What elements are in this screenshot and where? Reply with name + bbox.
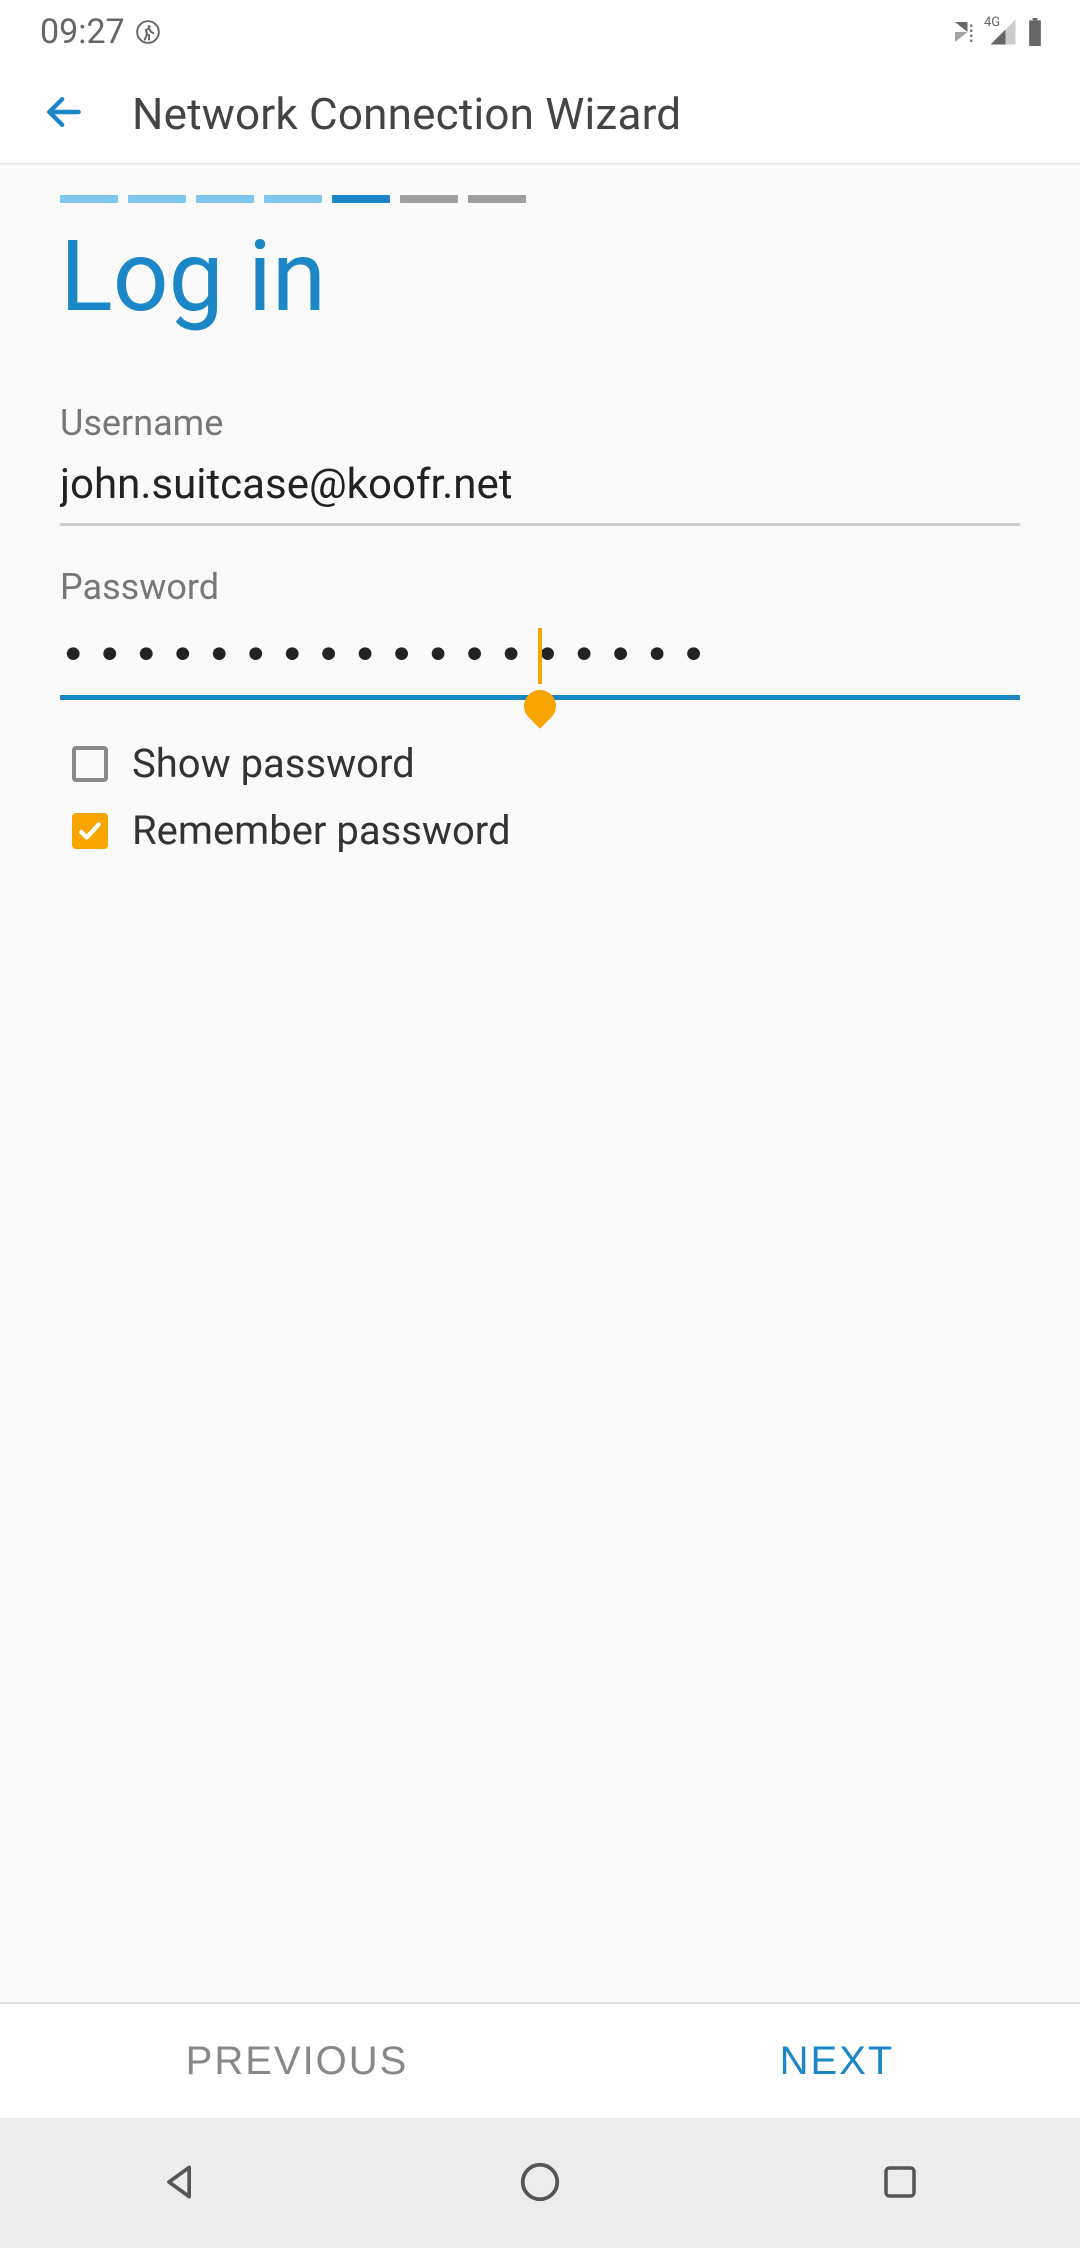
nav-home-button[interactable] [440,2118,640,2248]
progress-segment [60,195,118,203]
show-password-row[interactable]: Show password [60,740,1020,787]
username-input[interactable] [60,444,1020,526]
password-label: Password [60,566,1020,608]
progress-segment [196,195,254,203]
battery-icon [1026,18,1044,46]
status-time: 09:27 [40,12,125,52]
nav-recent-button[interactable] [800,2118,1000,2248]
remember-password-checkbox[interactable] [72,813,108,849]
status-bar: 09:27 4G [0,0,1080,64]
nav-back-button[interactable] [80,2118,280,2248]
vibrate-mute-icon [950,17,980,47]
arrow-left-icon [42,90,86,137]
signal-4g-icon: 4G [988,17,1018,47]
wizard-heading: Log in [60,219,1020,334]
wizard-footer: PREVIOUS NEXT [0,2002,1080,2118]
square-recent-icon [879,2161,921,2206]
wizard-progress [60,195,1020,203]
circle-home-icon [517,2159,563,2208]
remember-password-label: Remember password [132,807,511,854]
wizard-content: Log in Username Password •••••••••••••••… [0,164,1080,2002]
previous-button[interactable]: PREVIOUS [126,2019,469,2104]
system-navbar [0,2118,1080,2248]
progress-segment [400,195,458,203]
status-left: 09:27 [40,12,161,52]
back-button[interactable] [32,82,96,146]
password-input-wrap[interactable]: •••••••••••••••••• [60,608,1020,700]
triangle-back-icon [158,2160,202,2207]
page-title: Network Connection Wizard [132,88,681,140]
text-cursor [538,628,542,684]
progress-segment-active [332,195,390,203]
progress-segment [264,195,322,203]
app-bar: Network Connection Wizard [0,64,1080,164]
show-password-label: Show password [132,740,415,787]
username-label: Username [60,402,1020,444]
progress-segment [128,195,186,203]
status-right: 4G [950,17,1044,47]
show-password-checkbox[interactable] [72,746,108,782]
checkmark-icon [77,818,103,844]
progress-segment [468,195,526,203]
next-button[interactable]: NEXT [720,2019,955,2104]
remember-password-row[interactable]: Remember password [60,807,1020,854]
running-man-icon [135,19,161,45]
